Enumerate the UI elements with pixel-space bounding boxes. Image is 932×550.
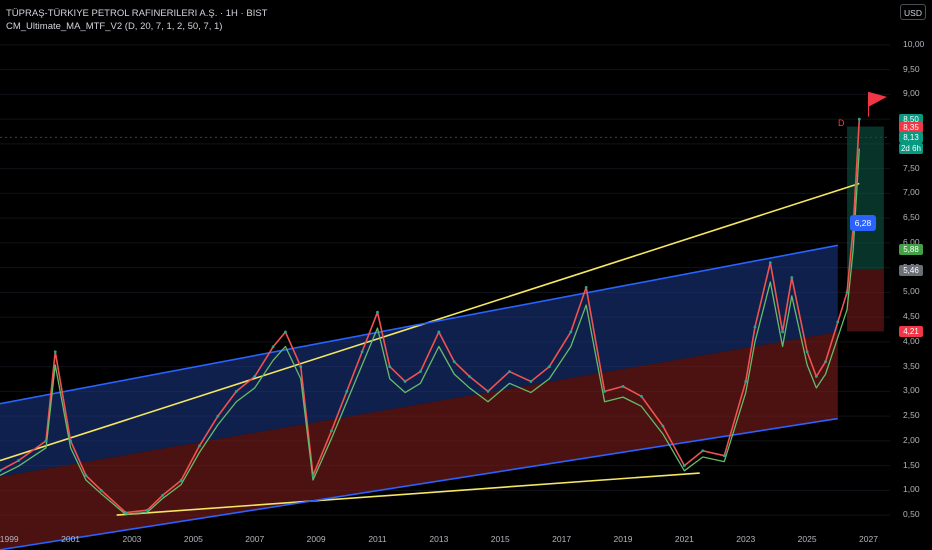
price-point bbox=[845, 290, 849, 294]
price-point bbox=[857, 117, 861, 121]
price-point bbox=[124, 511, 128, 515]
y-tick-label: 2,50 bbox=[903, 410, 920, 421]
x-tick-label: 2027 bbox=[859, 534, 878, 544]
price-point bbox=[529, 380, 533, 383]
price-point bbox=[814, 375, 818, 378]
price-point bbox=[53, 350, 57, 354]
price-point bbox=[44, 439, 48, 443]
price-point bbox=[468, 375, 471, 378]
price-point bbox=[299, 365, 303, 368]
price-point bbox=[753, 325, 757, 329]
price-point bbox=[388, 365, 392, 368]
price-tag-last_price: 8,13 bbox=[899, 132, 923, 144]
price-point bbox=[701, 449, 705, 453]
x-tick-label: 2011 bbox=[368, 534, 387, 544]
x-tick-label: 2007 bbox=[245, 534, 265, 544]
price-point bbox=[179, 479, 183, 482]
price-point bbox=[768, 261, 772, 265]
price-point bbox=[99, 488, 103, 492]
y-tick-label: 7,50 bbox=[903, 162, 920, 173]
y-tick-label: 6,50 bbox=[903, 212, 920, 223]
price-point bbox=[452, 360, 456, 364]
price-point bbox=[161, 493, 165, 497]
price-point bbox=[569, 330, 573, 334]
level-lines bbox=[0, 91, 890, 138]
price-point bbox=[621, 385, 625, 388]
price-point bbox=[376, 310, 379, 314]
price-point bbox=[682, 464, 686, 467]
y-tick-label: 0,50 bbox=[903, 509, 920, 520]
price-tag-low: 4,21 bbox=[899, 326, 923, 338]
price-tag-stop: 8,35 bbox=[899, 121, 923, 133]
price-point bbox=[722, 454, 726, 458]
y-tick-label: 3,00 bbox=[903, 385, 920, 396]
y-tick-label: 3,50 bbox=[903, 360, 920, 371]
price-point bbox=[437, 330, 441, 334]
chart-title: TÜPRAŞ-TÜRKIYE PETROL RAFINERILERI A.Ş. … bbox=[6, 8, 268, 19]
d-marker-label: D bbox=[838, 118, 845, 128]
price-tag-entry: 5,46 bbox=[899, 264, 923, 276]
price-point bbox=[508, 370, 511, 373]
price-point bbox=[790, 276, 794, 279]
price-bubble[interactable]: 6,28 bbox=[850, 215, 876, 231]
x-tick-label: 2001 bbox=[61, 534, 81, 544]
price-tag-countdown: 2d 6h bbox=[899, 143, 923, 155]
price-point bbox=[661, 424, 665, 428]
x-tick-label: 2003 bbox=[122, 534, 142, 544]
price-point bbox=[216, 414, 220, 418]
y-tick-label: 2,00 bbox=[903, 434, 920, 445]
price-point bbox=[284, 330, 287, 334]
price-point bbox=[84, 474, 88, 477]
price-point bbox=[17, 459, 20, 463]
y-tick-label: 1,00 bbox=[903, 484, 920, 495]
price-point bbox=[547, 365, 551, 368]
price-point bbox=[486, 389, 490, 393]
x-tick-label: 2005 bbox=[183, 534, 203, 544]
x-tick-label: 2009 bbox=[306, 534, 326, 544]
price-tag-ma: 5,88 bbox=[899, 243, 923, 255]
price-point bbox=[781, 330, 784, 334]
y-tick-label: 9,00 bbox=[903, 88, 920, 99]
x-tick-label: 1999 bbox=[0, 534, 19, 544]
price-point bbox=[311, 474, 315, 477]
price-point bbox=[640, 394, 643, 398]
price-chart[interactable] bbox=[0, 0, 932, 550]
price-point bbox=[145, 508, 149, 512]
price-point bbox=[603, 389, 606, 393]
y-tick-label: 9,50 bbox=[903, 63, 920, 74]
y-tick-label: 1,50 bbox=[903, 459, 920, 470]
price-point bbox=[824, 360, 827, 364]
price-point bbox=[234, 389, 238, 393]
price-point bbox=[419, 370, 422, 373]
price-point bbox=[403, 380, 407, 383]
y-tick-label: 4,00 bbox=[903, 335, 920, 346]
price-point bbox=[744, 380, 748, 383]
x-tick-label: 2019 bbox=[613, 534, 633, 544]
price-point bbox=[69, 439, 72, 443]
x-tick-label: 2013 bbox=[429, 534, 449, 544]
price-point bbox=[330, 429, 333, 433]
currency-button[interactable]: USD bbox=[900, 4, 926, 20]
x-tick-label: 2025 bbox=[797, 534, 817, 544]
y-tick-label: 7,00 bbox=[903, 187, 920, 198]
x-tick-label: 2021 bbox=[674, 534, 694, 544]
stop-zone bbox=[847, 269, 884, 332]
price-point bbox=[198, 444, 201, 448]
price-point bbox=[584, 286, 588, 289]
price-point bbox=[345, 389, 349, 393]
y-tick-label: 4,50 bbox=[903, 311, 920, 322]
target-zone bbox=[847, 126, 884, 270]
price-point bbox=[836, 320, 840, 324]
x-tick-label: 2023 bbox=[736, 534, 756, 544]
y-tick-label: 10,00 bbox=[903, 38, 925, 49]
y-tick-label: 5,00 bbox=[903, 286, 920, 297]
price-point bbox=[253, 375, 257, 378]
x-tick-label: 2015 bbox=[490, 534, 510, 544]
x-tick-label: 2017 bbox=[552, 534, 572, 544]
indicator-label[interactable]: CM_Ultimate_MA_MTF_V2 (D, 20, 7, 1, 2, 5… bbox=[6, 21, 222, 32]
price-point bbox=[360, 350, 364, 354]
price-point bbox=[271, 345, 275, 349]
price-point bbox=[805, 350, 809, 354]
